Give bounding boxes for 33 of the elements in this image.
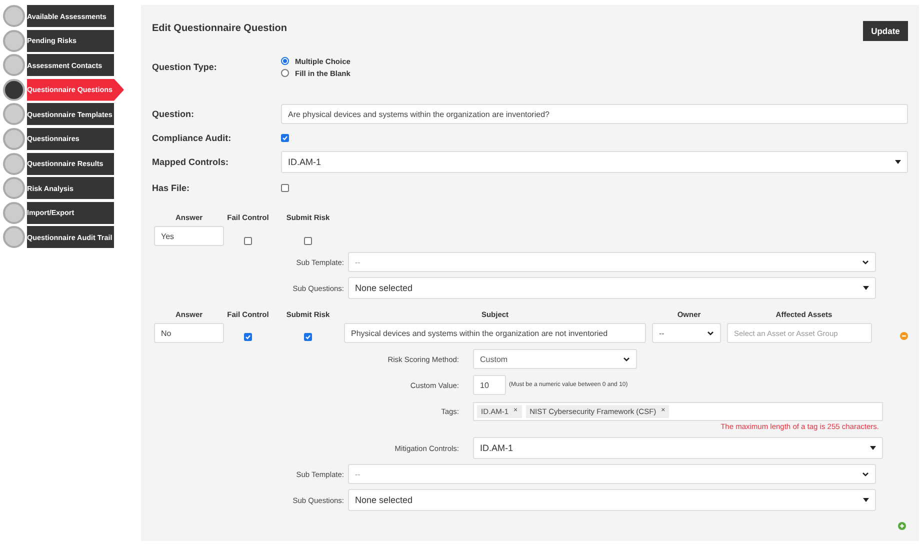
mitigation-controls-select[interactable]: ID.AM-1 — [473, 437, 883, 459]
checkbox[interactable] — [244, 333, 252, 341]
chevron-down-icon — [862, 472, 869, 476]
owner-select[interactable]: -- — [652, 323, 721, 343]
custom-value-field[interactable]: 10 — [473, 375, 506, 395]
question-field[interactable]: Are physical devices and systems within the organization are inventoried? — [281, 104, 908, 124]
checkbox[interactable] — [281, 134, 289, 142]
sub-questions-select[interactable]: None selected — [348, 277, 876, 299]
field-label: Mapped Controls: — [152, 157, 230, 167]
caret-icon — [895, 160, 901, 164]
checkbox[interactable] — [304, 333, 312, 341]
checkbox[interactable] — [281, 184, 289, 192]
field-label: Question Type: — [152, 62, 218, 72]
add-icon[interactable] — [898, 522, 906, 530]
field-label: Has File: — [152, 183, 191, 193]
page-title: Edit Questionnaire Question — [152, 23, 288, 34]
subject-field[interactable]: Physical devices and systems within the organization are not inventoried — [344, 323, 646, 343]
risk-scoring-select[interactable]: Custom — [473, 349, 637, 369]
update-button[interactable]: Update — [863, 21, 908, 41]
checkbox[interactable] — [244, 237, 252, 245]
field-label: Question: — [152, 109, 195, 119]
chevron-down-icon — [623, 356, 630, 362]
answer-field[interactable]: Yes — [154, 226, 224, 246]
chevron-down-icon — [862, 260, 869, 264]
chevron-down-icon — [707, 330, 714, 336]
caret-icon — [863, 286, 869, 290]
caret-icon — [870, 446, 876, 450]
sub-questions-select[interactable]: None selected — [348, 489, 876, 511]
mapped-controls-select[interactable]: ID.AM-1 — [281, 151, 908, 173]
checkbox[interactable] — [304, 237, 312, 245]
field-label: Compliance Audit: — [152, 133, 232, 143]
caret-icon — [863, 498, 869, 502]
answer-field[interactable]: No — [154, 323, 224, 343]
